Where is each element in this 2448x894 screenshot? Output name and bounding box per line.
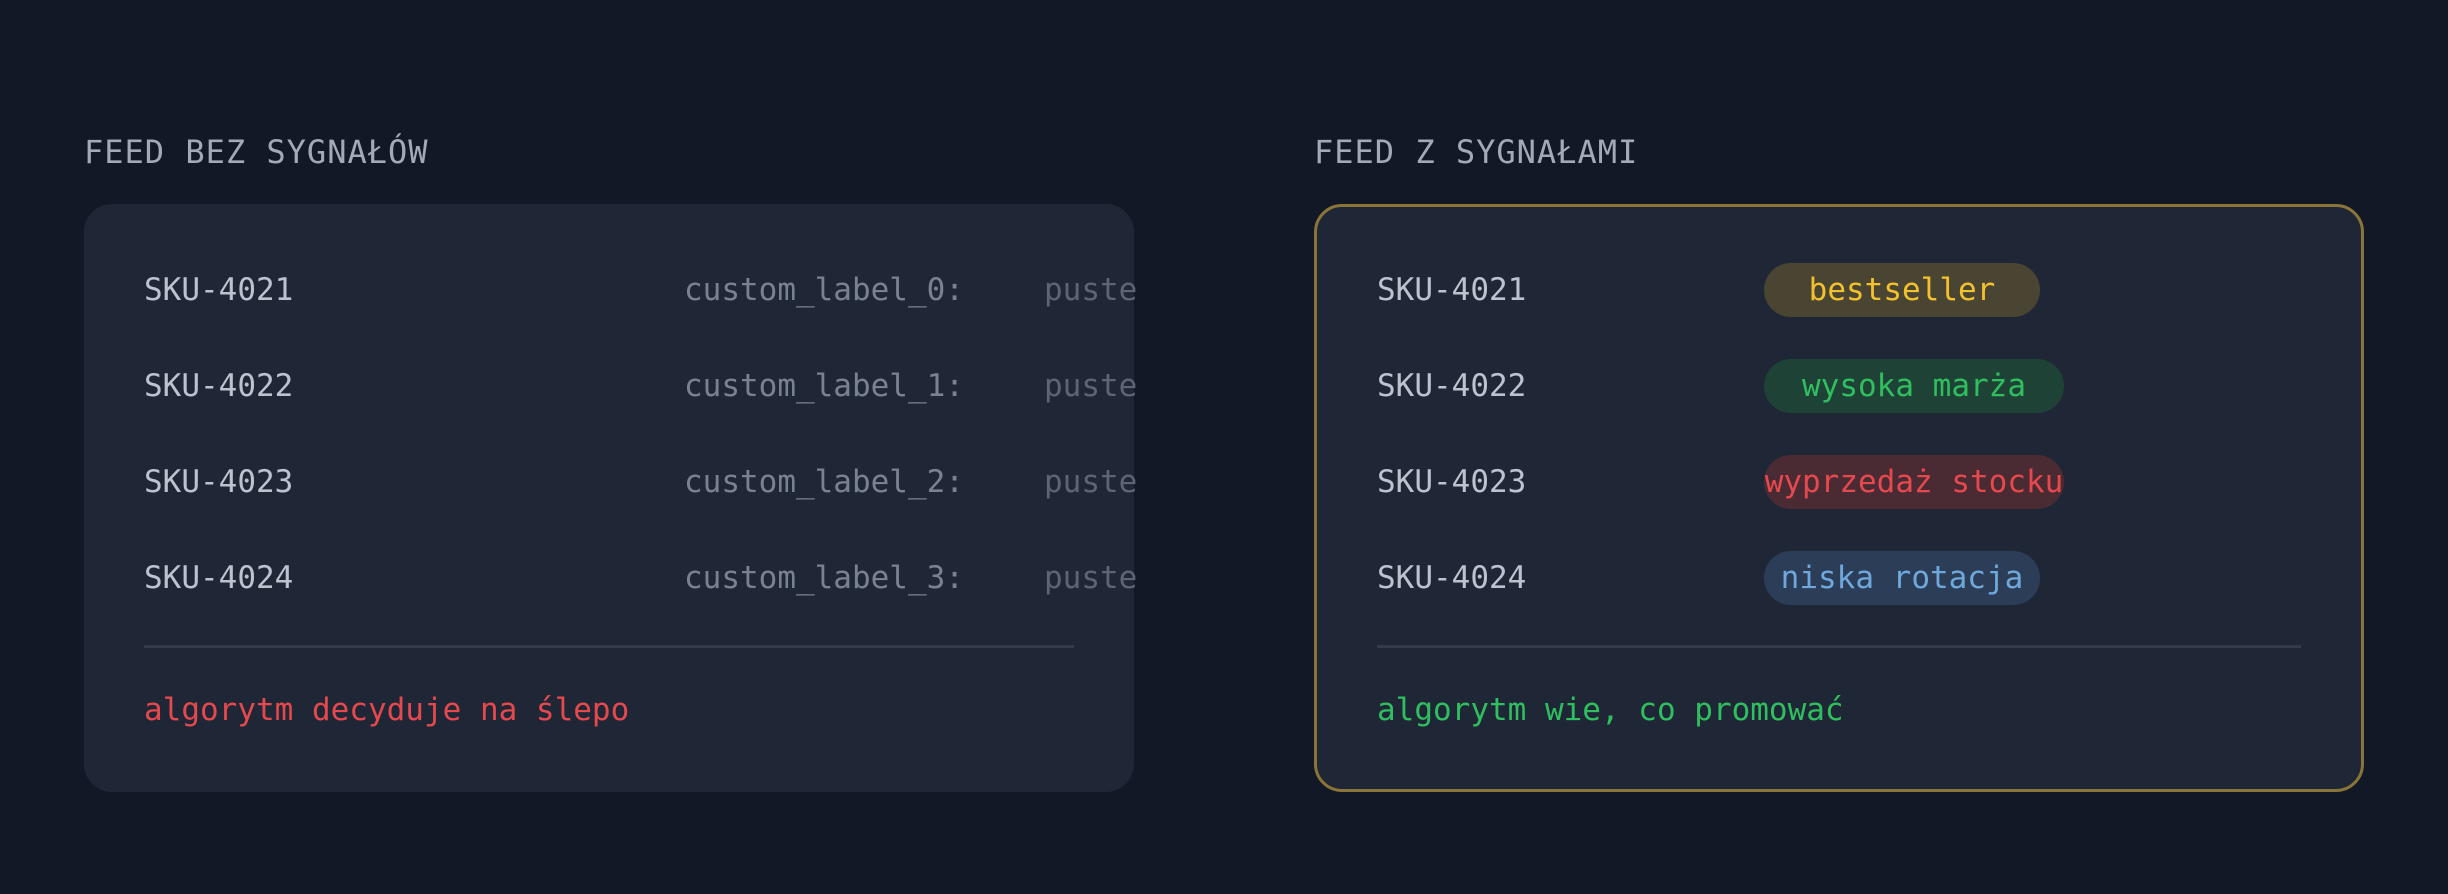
custom-label-key: custom_label_1:: [684, 368, 964, 404]
divider: [144, 645, 1074, 648]
sku-label: SKU-4024: [1377, 560, 1527, 596]
sku-label: SKU-4024: [144, 560, 294, 596]
status-badge-stock-sale: wyprzedaż stocku: [1764, 455, 2064, 509]
table-row: SKU-4023 custom_label_2: puste: [144, 454, 1137, 510]
custom-label-value: puste: [1044, 464, 1138, 500]
custom-label-key: custom_label_3:: [684, 560, 964, 596]
custom-label-value: puste: [1044, 560, 1138, 596]
custom-label-value: puste: [1044, 368, 1138, 404]
sku-label: SKU-4023: [144, 464, 294, 500]
table-row: SKU-4024: [1377, 550, 1526, 606]
divider: [1377, 645, 2301, 648]
summary-text: algorytm wie, co promować: [1377, 692, 1844, 728]
sku-label: SKU-4021: [1377, 272, 1527, 308]
custom-label-key: custom_label_0:: [684, 272, 964, 308]
left-panel-title: FEED BEZ SYGNAŁÓW: [84, 133, 429, 171]
custom-label-value: puste: [1044, 272, 1138, 308]
sku-label: SKU-4021: [144, 272, 294, 308]
sku-label: SKU-4023: [1377, 464, 1527, 500]
feed-without-signals-card: SKU-4021 custom_label_0: puste SKU-4022 …: [84, 204, 1137, 792]
table-row: SKU-4021: [1377, 262, 1526, 318]
status-badge-low-rotation: niska rotacja: [1764, 551, 2040, 605]
custom-label-key: custom_label_2:: [684, 464, 964, 500]
summary-text: algorytm decyduje na ślepo: [144, 692, 630, 728]
right-panel-title: FEED Z SYGNAŁAMI: [1314, 133, 1639, 171]
status-badge-high-margin: wysoka marża: [1764, 359, 2064, 413]
sku-label: SKU-4022: [144, 368, 294, 404]
table-row: SKU-4022 custom_label_1: puste: [144, 358, 1137, 414]
table-row: SKU-4024 custom_label_3: puste: [144, 550, 1137, 606]
table-row: SKU-4021 custom_label_0: puste: [144, 262, 1137, 318]
sku-label: SKU-4022: [1377, 368, 1527, 404]
table-row: SKU-4023: [1377, 454, 1526, 510]
table-row: SKU-4022: [1377, 358, 1526, 414]
feed-with-signals-card: SKU-4021 bestseller SKU-4022 wysoka marż…: [1314, 204, 2364, 792]
status-badge-bestseller: bestseller: [1764, 263, 2040, 317]
